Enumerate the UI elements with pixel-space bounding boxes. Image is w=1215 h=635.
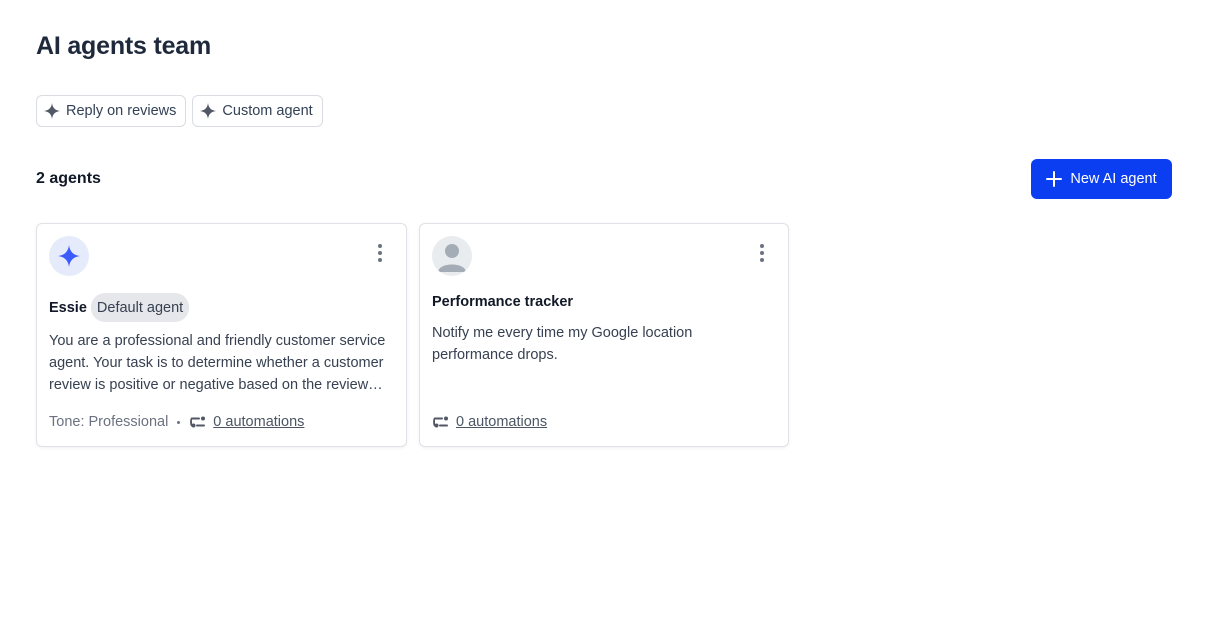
- avatar: [432, 236, 472, 276]
- agent-templates: Reply on reviews Custom agent: [36, 95, 323, 127]
- default-agent-badge: Default agent: [90, 293, 190, 322]
- agent-card-essie[interactable]: Essie Default agent You are a profession…: [36, 223, 407, 447]
- template-custom-agent[interactable]: Custom agent: [192, 95, 323, 127]
- template-label: Custom agent: [222, 103, 313, 119]
- agents-count: 2 agents: [36, 170, 101, 187]
- agent-name-row: Essie Default agent: [49, 293, 190, 322]
- agent-description: Notify me every time my Google location …: [432, 325, 693, 363]
- template-reply-on-reviews[interactable]: Reply on reviews: [36, 95, 187, 127]
- sparkle-icon: [58, 245, 80, 267]
- sparkle-icon: [200, 103, 217, 119]
- more-options-icon[interactable]: [752, 242, 772, 264]
- sparkle-icon: [44, 103, 60, 119]
- person-icon: [438, 244, 466, 272]
- automation-icon: [190, 416, 206, 428]
- page-title: AI agents team: [36, 32, 212, 60]
- agent-footer: Tone: Professional 0 automations: [49, 413, 304, 431]
- template-label: Reply on reviews: [66, 103, 177, 119]
- plus-icon: [1046, 171, 1063, 187]
- new-ai-agent-button[interactable]: New AI agent: [1031, 159, 1172, 199]
- new-ai-agent-label: New AI agent: [1070, 171, 1157, 187]
- agent-description: You are a professional and friendly cust…: [49, 333, 386, 393]
- agent-name: Performance tracker: [432, 294, 574, 310]
- agent-footer: 0 automations: [432, 413, 547, 431]
- more-options-icon[interactable]: [370, 242, 390, 264]
- agent-tone: Tone: Professional: [49, 414, 169, 430]
- agent-card-performance-tracker[interactable]: Performance tracker Notify me every time…: [419, 223, 789, 447]
- agent-name: Essie: [49, 299, 87, 316]
- separator-dot: [177, 420, 181, 424]
- automations-link[interactable]: 0 automations: [213, 414, 304, 430]
- automation-icon: [433, 416, 448, 428]
- automations-link[interactable]: 0 automations: [456, 414, 547, 430]
- avatar: [49, 236, 89, 276]
